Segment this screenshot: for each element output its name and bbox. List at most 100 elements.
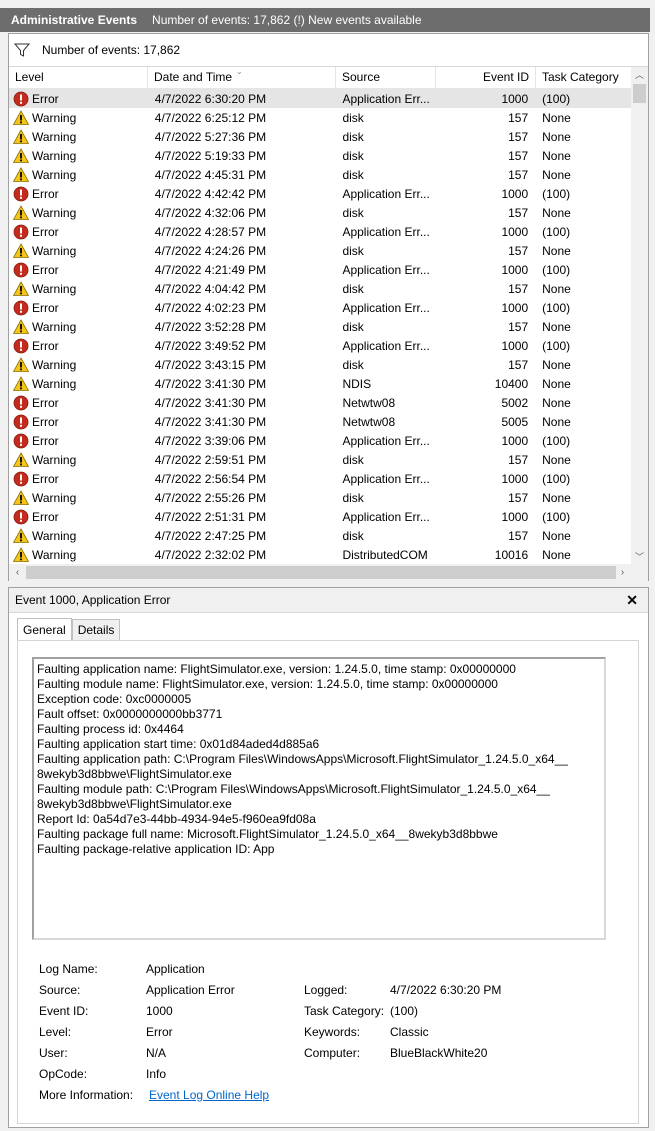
- scroll-thumb[interactable]: [633, 84, 646, 103]
- table-row[interactable]: Warning 4/7/2022 2:47:25 PM disk 157 None: [9, 526, 631, 545]
- table-row[interactable]: Error 4/7/2022 4:42:42 PM Application Err.…: [9, 184, 631, 203]
- error-icon: [13, 509, 29, 524]
- table-row[interactable]: Error 4/7/2022 4:28:57 PM Application Err.…: [9, 222, 631, 241]
- cell-task-category: (100): [542, 433, 571, 448]
- cell-source: disk: [342, 452, 364, 467]
- cell-task-category: None: [542, 452, 571, 467]
- cell-date: 4/7/2022 4:21:49 PM: [154, 262, 267, 277]
- table-row[interactable]: Error 4/7/2022 3:41:30 PM Netwtw08 5005 None: [9, 412, 631, 431]
- table-row[interactable]: Warning 4/7/2022 2:55:26 PM disk 157 None: [9, 488, 631, 507]
- hscroll-thumb[interactable]: [26, 566, 616, 579]
- cell-task-category: None: [542, 281, 571, 296]
- cell-source: DistributedCOM: [342, 547, 428, 562]
- cell-source: disk: [342, 528, 364, 543]
- event-description[interactable]: Faulting application name: FlightSimulat…: [32, 657, 606, 940]
- error-icon: [13, 414, 29, 429]
- warning-icon: [13, 204, 29, 220]
- description-line: Faulting application path: C:\Program Fi…: [37, 752, 568, 766]
- table-row[interactable]: Warning 4/7/2022 4:32:06 PM disk 157 None: [9, 203, 631, 222]
- scroll-right-icon[interactable]: ›: [614, 564, 631, 581]
- grid-header: Level Date and Time ⌄ Source Event ID Tas…: [9, 67, 648, 89]
- event-rows: Error 4/7/2022 6:30:20 PM Application Err.…: [9, 89, 631, 564]
- cell-task-category: None: [542, 414, 571, 429]
- cell-date: 4/7/2022 3:39:06 PM: [154, 433, 267, 448]
- cell-date: 4/7/2022 3:43:15 PM: [154, 357, 267, 372]
- cell-level: Warning: [9, 109, 148, 126]
- cell-date: 4/7/2022 2:32:02 PM: [154, 547, 267, 562]
- cell-task-category: None: [542, 490, 571, 505]
- cell-task-category: None: [542, 528, 571, 543]
- table-row[interactable]: Error 4/7/2022 4:21:49 PM Application Err.…: [9, 260, 631, 279]
- column-header-source[interactable]: Source: [336, 67, 436, 88]
- table-row[interactable]: Error 4/7/2022 3:41:30 PM Netwtw08 5002 None: [9, 393, 631, 412]
- horizontal-scrollbar[interactable]: ‹ ›: [9, 564, 648, 581]
- table-row[interactable]: Warning 4/7/2022 5:27:36 PM disk 157 None: [9, 127, 631, 146]
- cell-source: disk: [342, 167, 364, 182]
- description-line: Faulting module name: FlightSimulator.ex…: [37, 677, 498, 691]
- cell-task-category: None: [542, 357, 571, 372]
- cell-level: Warning: [9, 451, 148, 468]
- scroll-left-icon[interactable]: ‹: [9, 564, 26, 581]
- cell-task-category: (100): [542, 262, 571, 277]
- error-icon: [13, 91, 29, 106]
- error-icon: [13, 300, 29, 315]
- table-row[interactable]: Warning 4/7/2022 3:41:30 PM NDIS 10400 None: [9, 374, 631, 393]
- vertical-scrollbar[interactable]: ︿ ﹀: [631, 67, 648, 566]
- close-icon[interactable]: ✕: [626, 592, 638, 609]
- table-row[interactable]: Warning 4/7/2022 2:59:51 PM disk 157 None: [9, 450, 631, 469]
- column-header-date[interactable]: Date and Time ⌄: [148, 67, 336, 88]
- table-row[interactable]: Warning 4/7/2022 5:19:33 PM disk 157 None: [9, 146, 631, 165]
- table-row[interactable]: Error 4/7/2022 4:02:23 PM Application Err.…: [9, 298, 631, 317]
- cell-task-category: None: [542, 167, 571, 182]
- cell-date: 4/7/2022 3:41:30 PM: [154, 414, 267, 429]
- column-header-level[interactable]: Level: [9, 67, 148, 88]
- table-row[interactable]: Error 4/7/2022 2:51:31 PM Application Err.…: [9, 507, 631, 526]
- table-row[interactable]: Warning 4/7/2022 3:43:15 PM disk 157 None: [9, 355, 631, 374]
- table-row[interactable]: Warning 4/7/2022 6:25:12 PM disk 157 None: [9, 108, 631, 127]
- error-icon: [13, 262, 29, 277]
- cell-task-category: None: [542, 547, 571, 562]
- tab-details[interactable]: Details: [71, 619, 121, 641]
- cell-date: 4/7/2022 4:04:42 PM: [154, 281, 267, 296]
- cell-source: Application Err...: [342, 433, 430, 448]
- cell-level: Error: [9, 262, 148, 278]
- log-name-value: Application: [146, 962, 205, 976]
- column-header-task-category[interactable]: Task Category: [536, 67, 632, 88]
- table-row[interactable]: Error 4/7/2022 2:56:54 PM Application Err.…: [9, 469, 631, 488]
- table-row[interactable]: Warning 4/7/2022 4:45:31 PM disk 157 None: [9, 165, 631, 184]
- cell-event-id: 157: [508, 243, 529, 258]
- filter-icon[interactable]: [14, 42, 30, 58]
- cell-task-category: None: [542, 148, 571, 163]
- tab-general[interactable]: General: [17, 618, 72, 641]
- column-header-event-id[interactable]: Event ID: [436, 67, 536, 88]
- source-value: Application Error: [146, 983, 235, 997]
- table-row[interactable]: Warning 4/7/2022 4:24:26 PM disk 157 None: [9, 241, 631, 260]
- event-detail-panel: Event 1000, Application Error ✕ General …: [8, 587, 649, 1128]
- warning-icon: [13, 546, 29, 562]
- cell-level: Warning: [9, 280, 148, 297]
- filter-count: Number of events: 17,862: [42, 43, 181, 57]
- warning-icon: [13, 527, 29, 543]
- source-label: Source:: [39, 983, 81, 997]
- table-row[interactable]: Warning 4/7/2022 4:04:42 PM disk 157 None: [9, 279, 631, 298]
- cell-event-id: 5002: [501, 395, 529, 410]
- cell-level: Error: [9, 224, 148, 240]
- cell-date: 4/7/2022 5:19:33 PM: [154, 148, 267, 163]
- view-title: Administrative Events: [11, 13, 138, 27]
- table-row[interactable]: Error 4/7/2022 3:39:06 PM Application Err.…: [9, 431, 631, 450]
- table-row[interactable]: Warning 4/7/2022 3:52:28 PM disk 157 None: [9, 317, 631, 336]
- table-row[interactable]: Warning 4/7/2022 2:32:02 PM DistributedCOM…: [9, 545, 631, 564]
- cell-event-id: 1000: [501, 509, 529, 524]
- cell-source: disk: [342, 243, 364, 258]
- table-row[interactable]: Error 4/7/2022 6:30:20 PM Application Err.…: [9, 89, 631, 108]
- scroll-up-icon[interactable]: ︿: [631, 67, 648, 84]
- cell-event-id: 1000: [501, 433, 529, 448]
- table-row[interactable]: Error 4/7/2022 3:49:52 PM Application Err.…: [9, 336, 631, 355]
- view-subtitle: Number of events: 17,862 (!) New events …: [152, 13, 422, 27]
- cell-event-id: 157: [508, 281, 529, 296]
- cell-event-id: 157: [508, 148, 529, 163]
- cell-event-id: 5005: [501, 414, 529, 429]
- more-info-label: More Information:: [39, 1088, 134, 1102]
- cell-task-category: (100): [542, 338, 571, 353]
- event-log-help-link[interactable]: Event Log Online Help: [149, 1085, 269, 1106]
